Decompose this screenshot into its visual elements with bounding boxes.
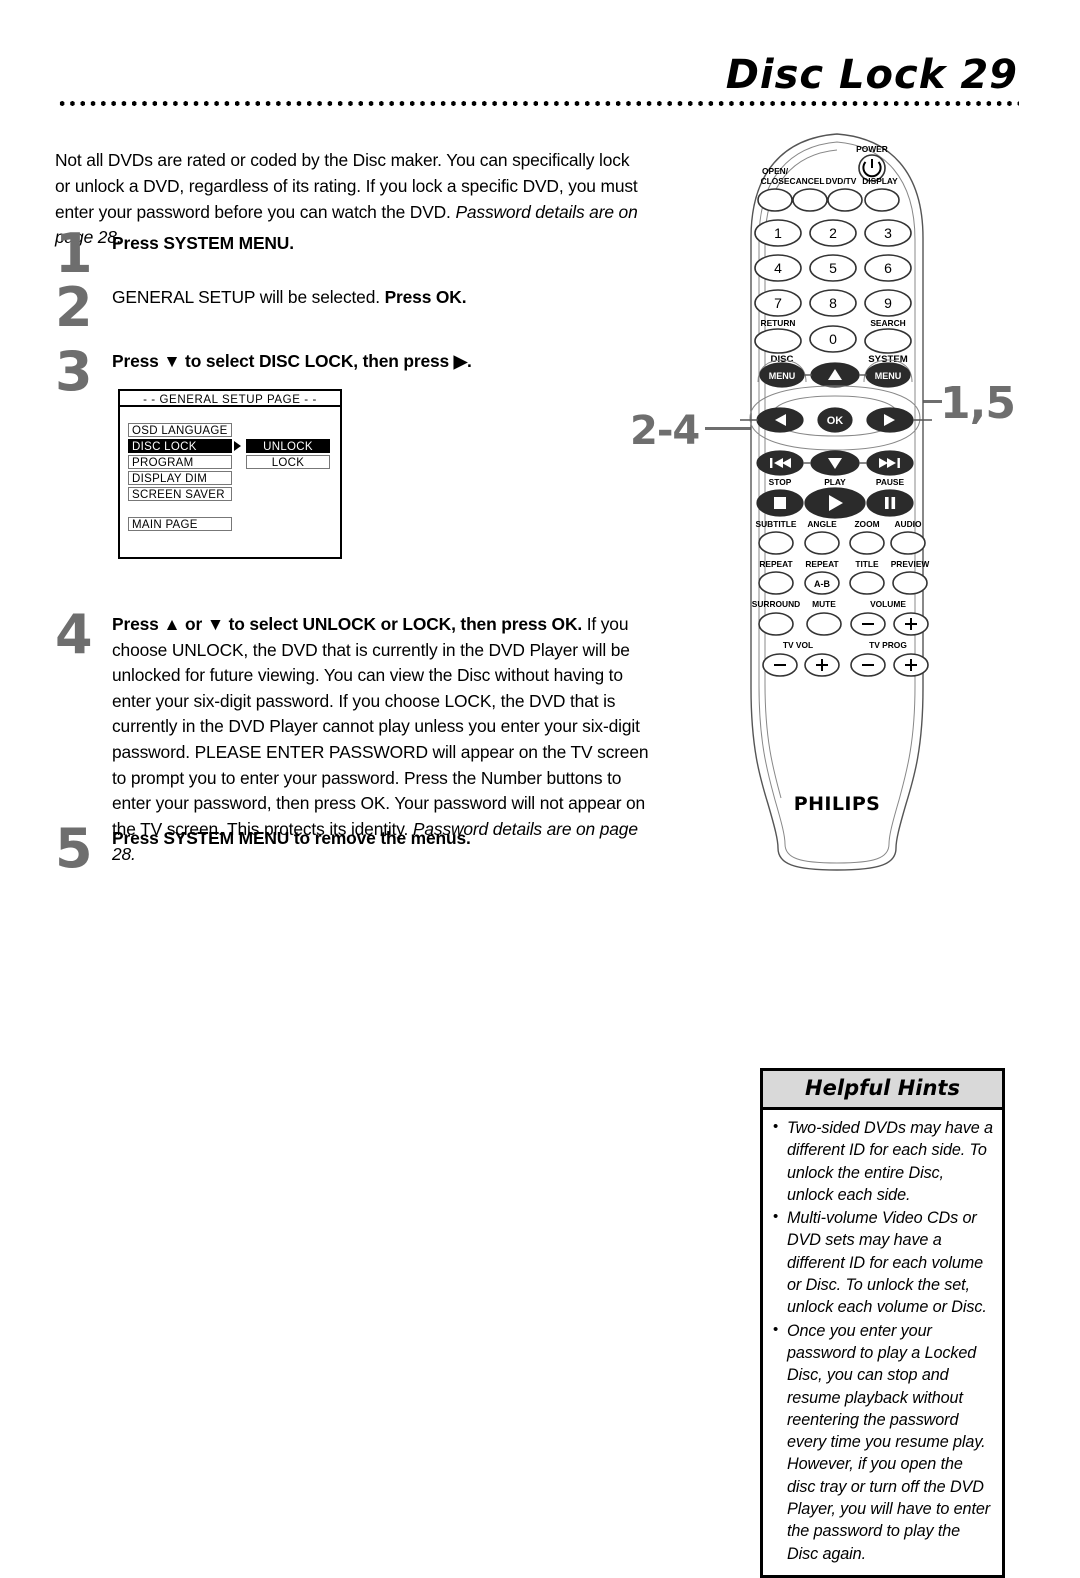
remote-label-audio: AUDIO [895,519,922,529]
osd-item-disc-lock[interactable]: DISC LOCK [128,439,232,453]
hint-item: Once you enter your password to play a L… [771,1319,993,1565]
step-3: 3 Press ▼ to select DISC LOCK, then pres… [55,345,472,399]
callout-steps-2-4: 2-4 [630,408,700,454]
remote-label-surround: SURROUND [752,599,800,609]
helpful-hints-box: Helpful Hints Two-sided DVDs may have a … [760,1068,1005,1578]
step-5-text: to remove the menus. [289,828,471,848]
step-2-body: GENERAL SETUP will be selected. Press OK… [112,285,467,311]
remote-label-dvdtv: DVD/TV [826,176,857,186]
step-5-body: Press SYSTEM MENU to remove the menus. [112,826,471,852]
step-1: 1 Press SYSTEM MENU. [55,227,294,281]
svg-text:A-B: A-B [814,579,830,589]
remote-label-open: OPEN/ [762,166,789,176]
step-5-bold: Press SYSTEM MENU [112,828,290,848]
remote-label-repeat: REPEAT [759,559,793,569]
step-5-number: 5 [55,817,93,880]
remote-label-return: RETURN [761,318,796,328]
svg-text:MENU: MENU [875,371,902,381]
step-1-number: 1 [55,222,93,285]
osd-title: - - GENERAL SETUP PAGE - - [118,389,342,407]
remote-label-tv-vol: TV VOL [783,640,813,650]
remote-label-stop: STOP [769,477,792,487]
svg-text:1: 1 [774,225,782,241]
step-1-body: Press SYSTEM MENU. [112,231,294,257]
step-1-bold: Press SYSTEM MENU. [112,233,294,253]
step-3-body: Press ▼ to select DISC LOCK, then press … [112,349,472,375]
svg-text:8: 8 [829,295,837,311]
step-5: 5 Press SYSTEM MENU to remove the menus. [55,822,471,876]
remote-label-title: TITLE [855,559,879,569]
osd-item-main-page[interactable]: MAIN PAGE [128,517,232,531]
hint-item: Two-sided DVDs may have a different ID f… [771,1116,993,1206]
remote-label-pause: PAUSE [876,477,905,487]
remote-label-tv-prog: TV PROG [869,640,907,650]
remote-label-display: DISPLAY [862,176,898,186]
remote-label-volume: VOLUME [870,599,906,609]
osd-option-lock[interactable]: LOCK [246,455,330,469]
step-4-text: If you choose UNLOCK, the DVD that is cu… [112,614,649,839]
svg-text:7: 7 [774,295,782,311]
header-divider [57,100,1019,107]
svg-text:3: 3 [884,225,892,241]
osd-setup-screen: - - GENERAL SETUP PAGE - - OSD LANGUAGE … [118,389,342,559]
remote-label-repeat-ab: REPEAT [805,559,839,569]
remote-label-subtitle: SUBTITLE [756,519,797,529]
svg-text:0: 0 [829,331,837,347]
remote-label-power: POWER [856,144,888,154]
hint-item: Multi-volume Video CDs or DVD sets may h… [771,1206,993,1318]
step-3-number: 3 [55,340,93,403]
osd-item-program[interactable]: PROGRAM [128,455,232,469]
osd-item-screen-saver[interactable]: SCREEN SAVER [128,487,232,501]
step-4-bold: Press ▲ or ▼ to select UNLOCK or LOCK, t… [112,614,583,634]
svg-text:MENU: MENU [769,371,796,381]
remote-label-mute: MUTE [812,599,836,609]
svg-text:5: 5 [829,260,837,276]
helpful-hints-list: Two-sided DVDs may have a different ID f… [763,1110,1002,1575]
svg-text:9: 9 [884,295,892,311]
svg-text:6: 6 [884,260,892,276]
osd-item-osd-language[interactable]: OSD LANGUAGE [128,423,232,437]
osd-item-display-dim[interactable]: DISPLAY DIM [128,471,232,485]
remote-label-search: SEARCH [870,318,905,328]
step-2-text: GENERAL SETUP will be selected. [112,287,385,307]
step-3-bold: Press ▼ to select DISC LOCK, then press … [112,351,472,371]
osd-option-unlock[interactable]: UNLOCK [246,439,330,453]
remote-control-illustration: .body-out { fill:#fff; stroke:#555; stro… [700,128,1040,873]
page-title: Disc Lock 29 [726,52,1018,98]
osd-selection-arrow-icon [234,441,241,451]
svg-text:4: 4 [774,260,782,276]
page-number: 29 [960,52,1018,98]
step-2: 2 GENERAL SETUP will be selected. Press … [55,281,467,335]
step-4-number: 4 [55,603,93,666]
helpful-hints-title: Helpful Hints [763,1071,1002,1110]
page-title-text: Disc Lock [725,52,947,98]
step-2-bold: Press OK. [384,287,467,307]
remote-label-angle: ANGLE [807,519,837,529]
remote-label-preview: PREVIEW [891,559,930,569]
philips-brand-logo: PHILIPS [794,793,880,815]
remote-label-close: CLOSE [761,176,790,186]
remote-label-play: PLAY [824,477,846,487]
remote-label-cancel: CANCEL [790,176,825,186]
remote-label-zoom: ZOOM [854,519,879,529]
svg-text:OK: OK [827,415,844,427]
step-2-number: 2 [55,276,93,339]
svg-text:2: 2 [829,225,837,241]
osd-screen-body: OSD LANGUAGE DISC LOCK PROGRAM DISPLAY D… [118,407,342,559]
